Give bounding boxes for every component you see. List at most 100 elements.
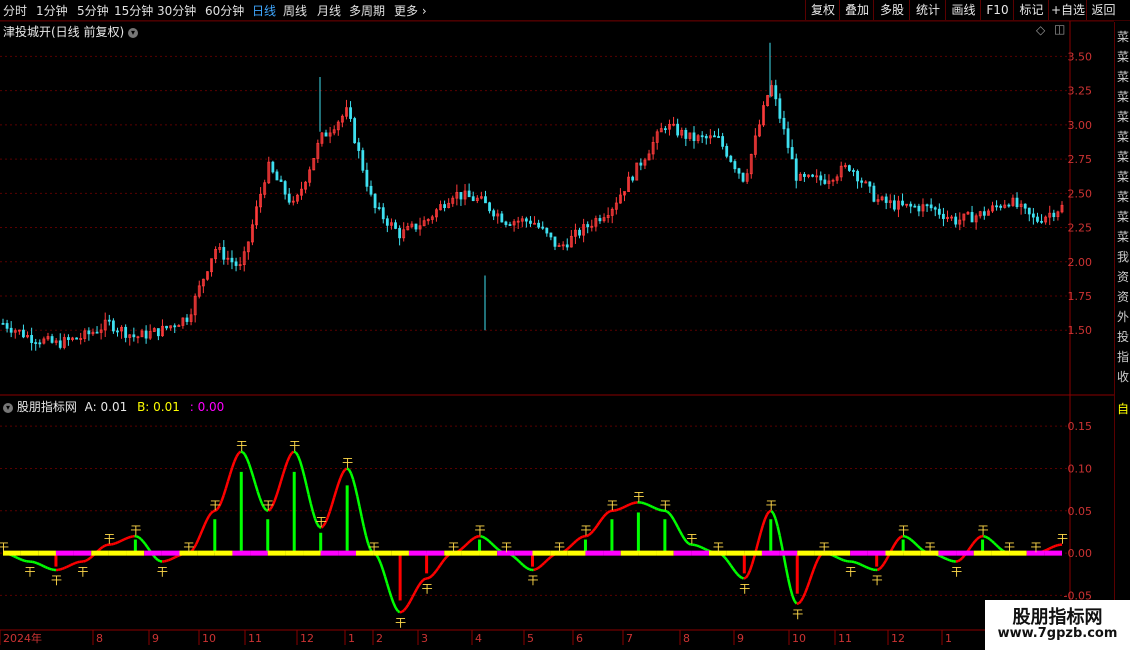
candle-body (529, 220, 532, 224)
right-strip-char: 菜 (1117, 150, 1130, 164)
indicator-line-segment (723, 556, 728, 561)
candle-body (369, 185, 373, 195)
indicator-line-segment (816, 555, 822, 560)
indicator-line-segment (539, 564, 543, 568)
candle-body (50, 336, 54, 343)
right-strip-char: 资 (1117, 290, 1130, 304)
indicator-line-segment (880, 563, 885, 568)
main-panel-title-row: 津投城开(日线 前复权) ▾ (3, 23, 139, 40)
candle-body (271, 161, 275, 173)
indicator-line-segment (140, 538, 144, 543)
indicator-line-segment (434, 567, 440, 572)
indicator-line-segment (596, 521, 601, 527)
indicator-line-segment (97, 547, 102, 552)
indicator-line-segment (804, 586, 809, 594)
indicator-line-segment (347, 468, 353, 474)
signal-glyph: 干 (925, 541, 936, 554)
indicator-line-segment (59, 567, 63, 571)
indicator-line-segment (814, 558, 820, 565)
indicator-line-segment (15, 555, 19, 560)
indicator-line-segment (651, 505, 656, 510)
indicator-line-segment (810, 568, 815, 576)
indicator-line-segment (517, 560, 522, 564)
candle-body (275, 171, 279, 181)
indicator-line-segment (522, 564, 526, 568)
indicator-line-segment (1046, 547, 1050, 551)
signal-glyph: 干 (130, 524, 141, 537)
candle-body (484, 196, 487, 204)
y-tick-label: 2.75 (1068, 153, 1093, 166)
signal-glyph: 干 (739, 582, 750, 595)
chevron-down-circle-icon[interactable]: ▾ (3, 402, 13, 413)
candle-body (173, 325, 177, 328)
candle-body (222, 247, 226, 260)
x-axis-label: 6 (576, 632, 583, 645)
indicator-line-segment (592, 527, 597, 532)
x-axis-label: 1 (348, 632, 355, 645)
indicator-line-segment (912, 540, 917, 545)
indicator-line-segment (519, 562, 524, 566)
indicator-line-segment (959, 557, 964, 561)
indicator-line-segment (787, 578, 792, 589)
indicator-line-segment (432, 570, 437, 575)
candle-body (488, 202, 491, 212)
indicator-line-segment (598, 518, 603, 524)
x-axis-label: 10 (792, 632, 806, 645)
stock-chart: 3.50 3.25 3.00 2.75 2.50 2.25 2.00 1.75 1.50 0.15… (0, 20, 1114, 645)
indicator-line-segment (624, 504, 628, 508)
indicator-line-segment (812, 563, 817, 570)
signal-glyph: 干 (369, 541, 380, 554)
indicator-line-segment (741, 576, 745, 580)
indicator-line-segment (774, 518, 779, 527)
indicator-line-segment (224, 481, 230, 489)
indicator-line-segment (201, 524, 206, 531)
chevron-down-circle-icon[interactable]: ▾ (128, 27, 139, 38)
indicator-line-segment (940, 555, 944, 559)
candle-body (365, 169, 369, 187)
window-icon[interactable]: ◫ (1054, 22, 1065, 36)
diamond-icon[interactable]: ◇ (1036, 23, 1045, 37)
indicator-line-segment (676, 526, 682, 532)
indicator-line-segment (1053, 544, 1057, 548)
indicator-line-segment (381, 569, 387, 577)
indicator-line-segment (203, 519, 208, 526)
indicator-line-segment (776, 525, 781, 536)
indicator-line-segment (734, 570, 739, 575)
candle-body (524, 218, 528, 222)
candle-body (459, 192, 463, 200)
y-tick-label: 1.75 (1068, 290, 1093, 303)
signal-glyph: 干 (713, 541, 724, 554)
candle-body (381, 207, 385, 220)
indicator-line-segment (543, 560, 548, 564)
indicator-line-segment (250, 470, 255, 478)
candle-body (929, 204, 933, 209)
right-strip-char: 菜 (1117, 230, 1130, 244)
indicator-line-segment (857, 562, 861, 566)
indicator-line-segment (515, 558, 520, 562)
indicator-line-segment (247, 463, 253, 471)
indicator-line-segment (157, 558, 161, 563)
signal-glyph: 干 (766, 499, 777, 512)
indicator-line-segment (47, 566, 51, 570)
candle-body (467, 190, 471, 198)
candle-body (676, 123, 680, 136)
indicator-line-segment (700, 546, 704, 550)
candle-body (700, 135, 704, 138)
candle-body (34, 342, 38, 344)
x-axis-label: 10 (202, 632, 216, 645)
indicator-y-tick-label: 0.10 (1068, 462, 1093, 475)
candle-body (537, 222, 541, 228)
indicator-line-segment (746, 569, 752, 576)
candle-body (794, 158, 798, 181)
indicator-line-segment (868, 567, 872, 571)
indicator-line-segment (971, 540, 976, 545)
indicator-line-segment (761, 518, 767, 527)
indicator-line-segment (799, 596, 805, 602)
indicator-line-segment (549, 554, 554, 559)
indicator-line-segment (294, 451, 300, 457)
indicator-line-segment (19, 557, 23, 562)
indicator-line-segment (537, 565, 541, 570)
candle-body (1015, 197, 1019, 208)
indicator-line-segment (602, 513, 607, 518)
indicator-line-segment (44, 565, 49, 570)
